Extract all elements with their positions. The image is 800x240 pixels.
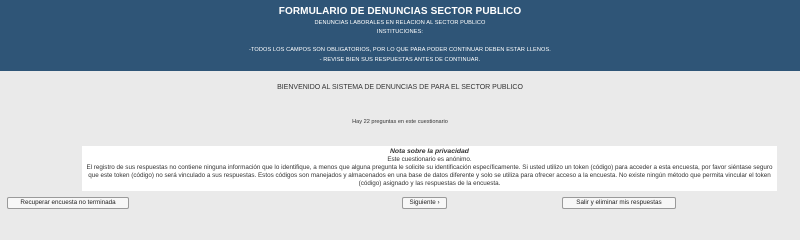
privacy-title: Nota sobre la privacidad xyxy=(390,148,469,155)
exit-and-delete-button[interactable]: Salir y eliminar mis respuestas xyxy=(562,197,676,209)
page-title: FORMULARIO DE DENUNCIAS SECTOR PUBLICO xyxy=(278,6,522,17)
header-institutions: INSTITUCIONES: xyxy=(376,29,424,35)
privacy-anonymous-line: Este cuestionario es anónimo. xyxy=(387,156,472,163)
resume-survey-button[interactable]: Recuperar encuesta no terminada xyxy=(7,197,129,209)
privacy-notice: Nota sobre la privacidad Este cuestionar… xyxy=(82,146,777,191)
welcome-text: BIENVENIDO AL SISTEMA DE DENUNCIAS DE PA… xyxy=(277,84,523,91)
survey-header: FORMULARIO DE DENUNCIAS SECTOR PUBLICO D… xyxy=(0,0,800,71)
privacy-body: El registro de sus respuestas no contien… xyxy=(86,164,773,187)
header-notice-required: -TODOS LOS CAMPOS SON OBLIGATORIOS, POR … xyxy=(249,47,551,53)
next-button[interactable]: Siguiente › xyxy=(402,197,447,209)
header-subtitle: DENUNCIAS LABORALES EN RELACION AL SECTO… xyxy=(314,20,486,26)
question-count: Hay 22 preguntas en este cuestionario xyxy=(352,119,448,125)
header-notice-review: - REVISE BIEN SUS RESPUESTAS ANTES DE CO… xyxy=(319,57,481,63)
